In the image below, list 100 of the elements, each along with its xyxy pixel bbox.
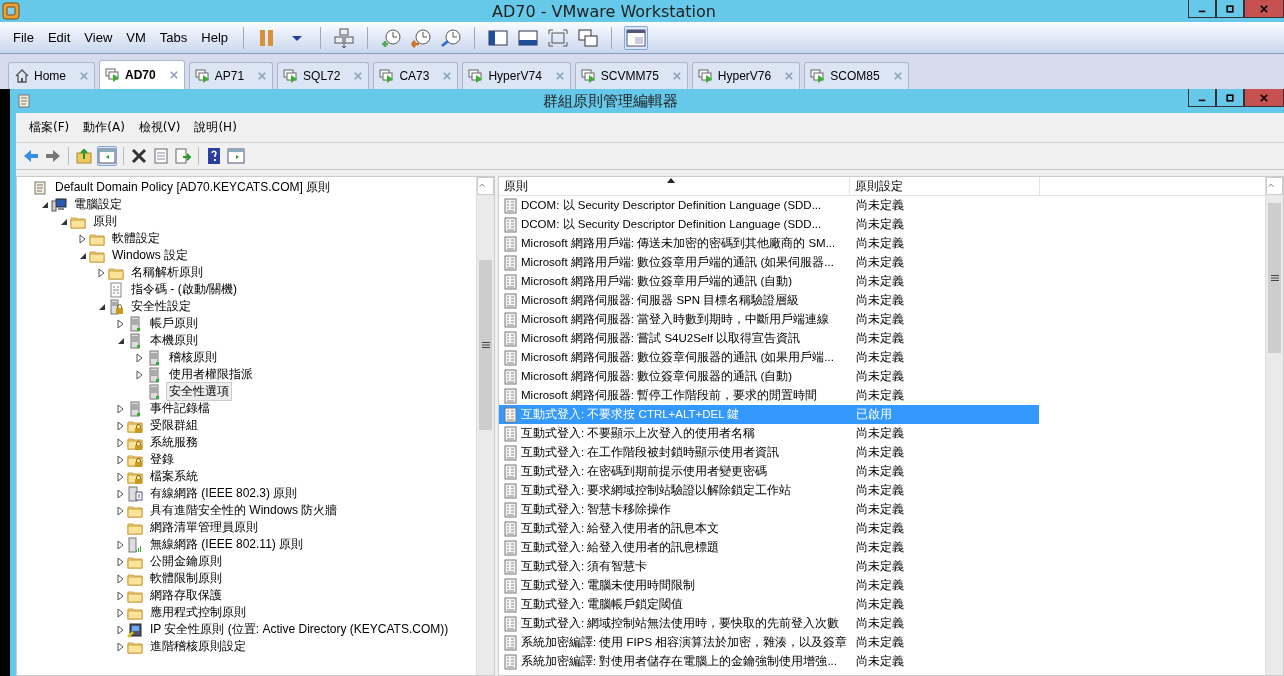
console-tree-icon[interactable] [97,146,117,166]
up-folder-icon[interactable] [75,147,93,165]
tree-item[interactable]: 安全性設定 [128,297,194,316]
list-row[interactable]: 互動式登入: 電腦未使用時間限制 尚未定義 [499,576,1039,595]
tree-item[interactable]: Default Domain Policy [AD70.KEYCATS.COM] 原則 [52,178,334,197]
menu-item[interactable]: File [6,30,41,45]
list-row[interactable]: DCOM: 以 Security Descriptor Definition Language (SDD... 尚未定義 [499,196,1039,215]
window-view-icon[interactable] [624,25,649,50]
list-row[interactable]: 互動式登入: 給登入使用者的訊息本文 尚未定義 [499,519,1039,538]
tree-item[interactable]: 事件記錄檔 [147,399,213,418]
tree-item[interactable]: 網路存取保護 [147,586,225,605]
list-row[interactable]: Microsoft 網路伺服器: 暫停工作階段前，要求的閒置時間 尚未定義 [499,386,1039,405]
tree-item[interactable]: 使用者權限指派 [166,365,256,384]
tree-item[interactable]: 原則 [90,212,120,231]
minimize-button[interactable] [1188,89,1216,107]
expand-arrow-icon[interactable] [116,641,126,652]
list-row[interactable]: DCOM: 以 Security Descriptor Definition Language (SDD... 尚未定義 [499,215,1039,234]
maximize-button[interactable] [1216,0,1244,18]
delete-icon[interactable] [130,147,148,165]
expand-arrow-icon[interactable] [116,590,126,601]
tab[interactable]: AP71 [188,62,274,89]
tree-item[interactable]: 軟體設定 [109,229,163,248]
list-row[interactable]: 系統加密編譯: 對使用者儲存在電腦上的金鑰強制使用增強... 尚未定義 [499,652,1039,671]
tree-item[interactable]: 網路清單管理員原則 [147,518,261,537]
scrollbar[interactable] [476,177,494,675]
expand-arrow-icon[interactable] [135,352,145,363]
expand-arrow-icon[interactable] [116,437,126,448]
column-header[interactable]: 原則 [499,177,850,195]
expand-arrow-icon[interactable] [116,624,126,635]
expand-arrow-icon[interactable] [116,454,126,465]
tree-item[interactable]: Windows 設定 [109,246,191,265]
back-icon[interactable] [22,147,40,165]
snapshot-revert-icon[interactable] [410,26,433,49]
fullscreen-icon[interactable] [547,26,570,49]
expand-arrow-icon[interactable] [135,369,145,380]
tab[interactable]: AD70 [99,60,185,89]
tab[interactable]: Home [8,62,95,89]
expand-arrow-icon[interactable] [97,267,107,278]
tree-item[interactable]: 系統服務 [147,433,201,452]
tab[interactable]: HyperV76 [691,62,801,89]
tree-item[interactable]: 指令碼 - (啟動/關機) [128,280,240,299]
close-icon[interactable] [169,71,178,79]
tree-item[interactable]: 無線網路 (IEEE 802.11) 原則 [147,535,307,554]
snapshot-manager-icon[interactable] [440,26,463,49]
expand-arrow-icon[interactable] [116,539,126,550]
menu-item[interactable]: 動作(A) [76,119,132,136]
menu-item[interactable]: 檔案(F) [22,119,77,136]
expand-arrow-icon[interactable] [116,471,126,482]
tab[interactable]: CA73 [373,62,459,89]
menu-item[interactable]: Help [194,30,236,45]
list-row[interactable]: 互動式登入: 給登入使用者的訊息標題 尚未定義 [499,538,1039,557]
tree-item[interactable]: 登錄 [147,450,177,469]
tree-item[interactable]: 安全性選項 [166,382,232,401]
list-row[interactable]: 互動式登入: 須有智慧卡 尚未定義 [499,557,1039,576]
tree-item[interactable]: 具有進階安全性的 Windows 防火牆 [147,501,341,520]
maximize-button[interactable] [1216,89,1244,107]
list-row[interactable]: Microsoft 網路伺服器: 伺服器 SPN 目標名稱驗證層級 尚未定義 [499,291,1039,310]
expand-arrow-icon[interactable] [116,573,126,584]
tab[interactable]: SQL72 [277,62,370,89]
menu-item[interactable]: View [77,30,120,45]
scroll-up-icon[interactable] [478,181,486,189]
tree-item[interactable]: 本機原則 [147,331,201,350]
expand-arrow-icon[interactable] [116,607,126,618]
menu-item[interactable]: 說明(H) [187,119,244,136]
expand-arrow-icon[interactable] [116,556,126,567]
network-devices-icon[interactable] [333,26,356,49]
list-row[interactable]: Microsoft 網路伺服器: 當登入時數到期時，中斷用戶端連線 尚未定義 [499,310,1039,329]
tree-item[interactable]: 檔案系統 [147,467,201,486]
list-row[interactable]: Microsoft 網路伺服器: 嘗試 S4U2Self 以取得宣告資訊 尚未定義 [499,329,1039,348]
list-row[interactable]: Microsoft 網路伺服器: 數位簽章伺服器的通訊 (如果用戶端... 尚未定義 [499,348,1039,367]
scrollbar[interactable] [1265,177,1283,675]
scroll-up-icon[interactable] [1267,181,1275,189]
windows-icon[interactable] [577,26,600,49]
tab[interactable]: SCOM85 [804,62,909,89]
export-list-icon[interactable] [174,147,192,165]
expand-arrow-icon[interactable] [116,488,126,499]
list-row[interactable]: Microsoft 網路伺服器: 數位簽章伺服器的通訊 (自動) 尚未定義 [499,367,1039,386]
list-row[interactable]: 系統加密編譯: 使用 FIPS 相容演算法於加密，雜湊，以及簽章 尚未定義 [499,633,1039,652]
tab[interactable]: HyperV74 [462,62,571,89]
tab[interactable]: SCVMM75 [574,62,688,89]
list-row[interactable]: 互動式登入: 不要顯示上次登入的使用者名稱 尚未定義 [499,424,1039,443]
snapshot-add-icon[interactable] [380,26,403,49]
list-row[interactable]: 互動式登入: 要求網域控制站驗證以解除鎖定工作站 尚未定義 [499,481,1039,500]
minimize-button[interactable] [1188,0,1216,18]
expand-arrow-icon[interactable] [116,318,126,329]
list-row[interactable]: Microsoft 網路用戶端: 傳送未加密的密碼到其他廠商的 SM... 尚未定義 [499,234,1039,253]
tree-item[interactable]: 名稱解析原則 [128,263,206,282]
tree-item[interactable]: 稽核原則 [166,348,220,367]
menu-item[interactable]: Edit [40,30,78,45]
expand-arrow-icon[interactable] [116,505,126,516]
list-row[interactable]: Microsoft 網路用戶端: 數位簽章用戶端的通訊 (如果伺服器... 尚未定義 [499,253,1039,272]
menu-item[interactable]: 檢視(V) [131,119,188,136]
expand-arrow-icon[interactable] [116,420,126,431]
menu-item[interactable]: VM [119,30,153,45]
help-icon[interactable] [205,147,223,165]
tree-item[interactable]: 應用程式控制原則 [147,603,249,622]
tree-item[interactable]: IP 安全性原則 (位置: Active Directory (KEYCATS.COM)) [147,620,452,639]
tree-item[interactable]: 進階稽核原則設定 [147,637,249,656]
list-row[interactable]: 互動式登入: 智慧卡移除操作 尚未定義 [499,500,1039,519]
tree-item[interactable]: 電腦設定 [71,195,125,214]
